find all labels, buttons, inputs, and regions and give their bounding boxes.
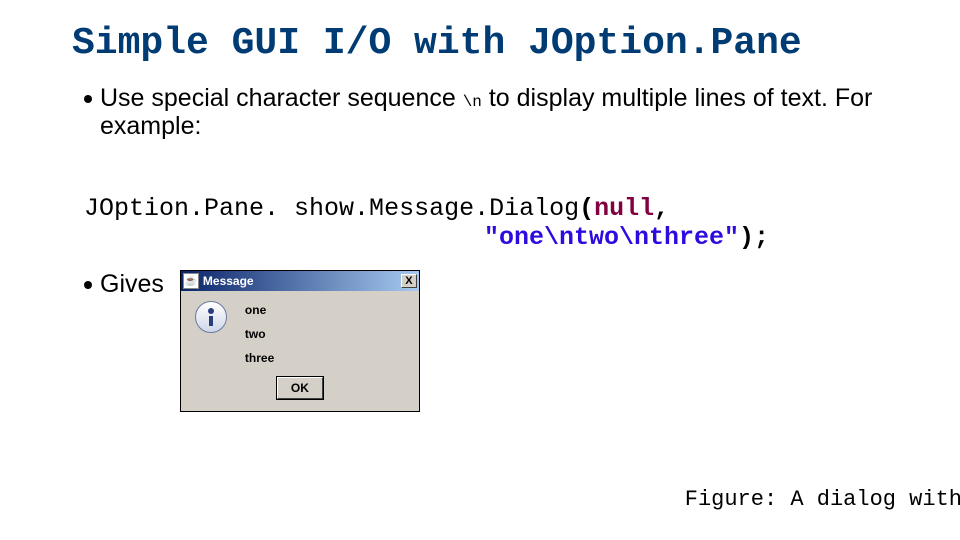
bullet-text: Use special character sequence \n to dis… [100, 84, 936, 142]
java-icon: ☕ [183, 273, 199, 289]
dialog-titlebar: ☕ Message X [181, 271, 419, 291]
dialog-button-row: OK [181, 371, 419, 411]
code-snippet: JOption.Pane. show.Message.Dialog(null, … [24, 165, 936, 252]
info-icon [195, 301, 227, 333]
dialog-line: three [245, 351, 274, 365]
ok-button[interactable]: OK [277, 377, 323, 399]
dialog-line: two [245, 327, 274, 341]
bullet-item: Use special character sequence \n to dis… [84, 84, 936, 142]
dialog-line: one [245, 303, 274, 317]
code-comma: , [654, 194, 669, 223]
bullet-list: Use special character sequence \n to dis… [84, 84, 936, 142]
escape-sequence: \n [463, 93, 482, 111]
dialog-title-text: Message [203, 274, 401, 288]
message-dialog: ☕ Message X one two three OK [180, 270, 420, 412]
gives-row: Gives ☕ Message X one two three OK [84, 270, 936, 412]
slide: Simple GUI I/O with JOption.Pane Use spe… [0, 0, 960, 540]
figure-caption: Figure: A dialog with [685, 487, 960, 512]
gives-bullet: Gives [84, 270, 164, 299]
bullet-dot-icon [84, 281, 92, 289]
code-close: ); [739, 223, 769, 252]
code-string-literal: "one\ntwo\nthree" [484, 223, 739, 252]
close-button[interactable]: X [401, 274, 417, 288]
code-call: JOption.Pane. show.Message.Dialog [84, 194, 579, 223]
gives-text: Gives [100, 270, 164, 299]
dialog-message-lines: one two three [245, 303, 274, 365]
dialog-body: one two three [181, 291, 419, 371]
info-icon-wrap [195, 301, 227, 365]
slide-title: Simple GUI I/O with JOption.Pane [72, 22, 936, 66]
close-icon: X [405, 275, 412, 287]
bullet-dot-icon [84, 95, 92, 103]
code-null-keyword: null [594, 194, 654, 223]
code-open-paren: ( [579, 194, 594, 223]
